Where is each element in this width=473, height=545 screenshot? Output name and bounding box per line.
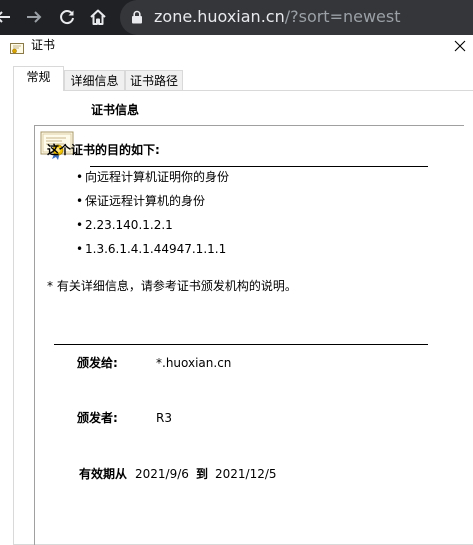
valid-to-value: 2021/12/5 (215, 467, 277, 481)
list-item: • 向远程计算机证明你的身份 (76, 170, 230, 184)
tab-details[interactable]: 详细信息 (64, 70, 125, 90)
tab-certification-path[interactable]: 证书路径 (125, 70, 183, 90)
reload-icon[interactable] (56, 6, 78, 28)
url-text[interactable]: zone.huoxian.cn/?sort=newest (154, 7, 401, 27)
back-arrow-icon[interactable] (0, 6, 12, 28)
title-divider (90, 166, 428, 167)
tab-general[interactable]: 常规 (13, 66, 64, 91)
certificate-icon (10, 40, 24, 59)
details-note: * 有关详细信息，请参考证书颁发机构的说明。 (47, 279, 297, 293)
browser-toolbar: zone.huoxian.cn/?sort=newest (0, 0, 473, 35)
valid-from-value: 2021/9/6 (135, 467, 189, 481)
issued-to-label: 颁发给: (77, 356, 118, 370)
close-button[interactable] (450, 36, 470, 56)
valid-to-label: 到 (196, 467, 209, 481)
url-path: /?sort=newest (284, 7, 401, 26)
forward-arrow-icon[interactable] (24, 6, 44, 28)
lock-icon[interactable] (130, 6, 144, 28)
section-divider (54, 344, 428, 345)
certificate-info-title: 证书信息 (91, 103, 140, 117)
home-icon[interactable] (87, 6, 109, 28)
tab-general-label: 常规 (26, 70, 51, 84)
purpose-heading: 这个证书的目的如下: (47, 143, 160, 157)
dialog-title: 证书 (31, 38, 56, 52)
purpose-list: • 向远程计算机证明你的身份 • 保证远程计算机的身份 • 2.23.140.1.2.… (76, 169, 229, 265)
list-item: • 保证远程计算机的身份 (76, 194, 206, 208)
issued-by-value: R3 (156, 411, 172, 425)
list-item: • 1.3.6.1.4.1.44947.1.1.1 (76, 242, 227, 256)
dialog-titlebar: 证书 (0, 35, 473, 57)
list-item: • 2.23.140.1.2.1 (76, 218, 173, 232)
issued-to-value: *.huoxian.cn (156, 356, 232, 370)
issued-by-label: 颁发者: (77, 411, 118, 425)
url-host: zone.huoxian.cn (154, 7, 285, 26)
valid-from-label: 有效期从 (79, 467, 128, 481)
tab-details-label: 详细信息 (70, 74, 119, 88)
tab-certification-path-label: 证书路径 (129, 74, 178, 88)
